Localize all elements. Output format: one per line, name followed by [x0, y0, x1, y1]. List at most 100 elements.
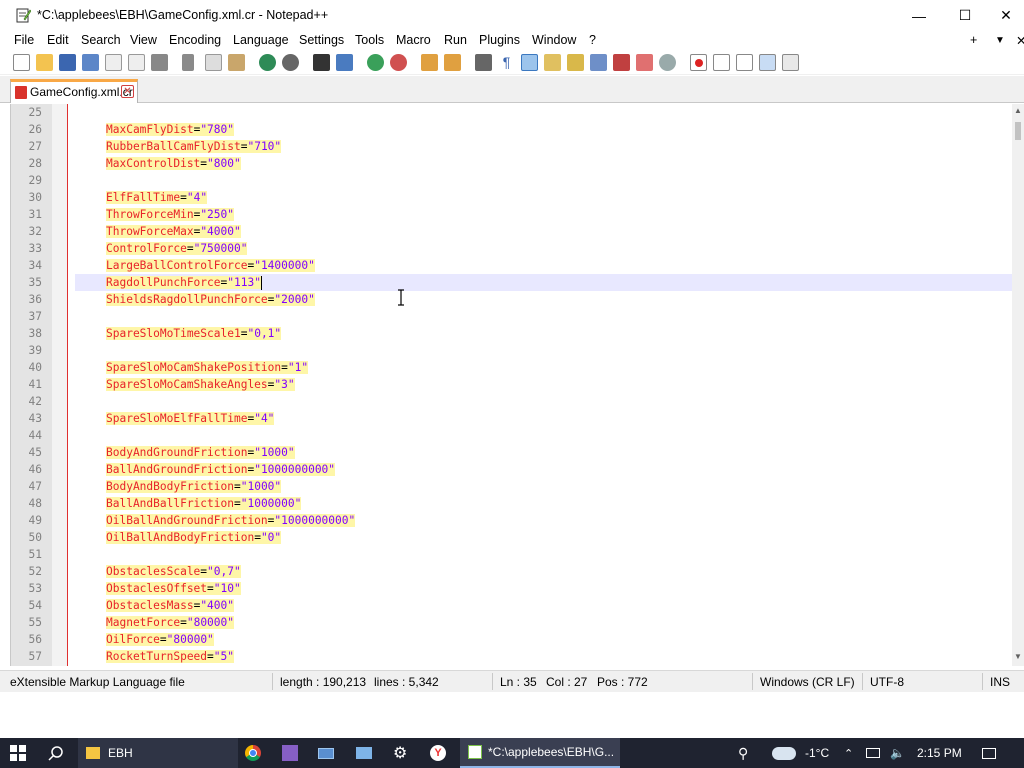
code-line[interactable]: 42	[11, 393, 1015, 410]
code-line[interactable]: 46 BallAndGroundFriction="1000000000"	[11, 461, 1015, 478]
code-line[interactable]: 34 LargeBallControlForce="1400000"	[11, 257, 1015, 274]
replace-icon[interactable]	[336, 54, 353, 71]
menu-search[interactable]: Search	[81, 33, 121, 47]
code-line[interactable]: 47 BodyAndBodyFriction="1000"	[11, 478, 1015, 495]
network-icon[interactable]	[866, 738, 882, 768]
search-button[interactable]	[36, 738, 76, 768]
taskbar-item-explorer[interactable]: EBH	[78, 738, 238, 768]
code-line[interactable]: 50 OilBallAndBodyFriction="0"	[11, 529, 1015, 546]
zoom-in-icon[interactable]	[367, 54, 384, 71]
code-line[interactable]: 27 RubberBallCamFlyDist="710"	[11, 138, 1015, 155]
close-window-button[interactable]: ✕	[988, 0, 1024, 31]
tab-close-icon[interactable]: ✕	[121, 85, 134, 98]
code-line[interactable]: 55 MagnetForce="80000"	[11, 614, 1015, 631]
people-icon[interactable]: ⚲	[738, 738, 758, 768]
open-file-icon[interactable]	[36, 54, 53, 71]
tray-chevron-up-icon[interactable]: ⌃	[844, 738, 858, 768]
new-tab-plus-button[interactable]: +	[970, 33, 977, 47]
tab-gameconfig[interactable]: GameConfig.xml.cr ✕	[10, 79, 138, 103]
weather-cloud-icon[interactable]	[772, 738, 800, 768]
lang-icon[interactable]	[544, 54, 561, 71]
paste-icon[interactable]	[228, 54, 245, 71]
volume-icon[interactable]: 🔈	[890, 738, 906, 768]
macro-run-multiple-icon[interactable]	[759, 54, 776, 71]
macro-record-icon[interactable]	[690, 54, 707, 71]
close-tab-menu-button[interactable]: ✕	[1016, 33, 1024, 48]
new-file-icon[interactable]	[13, 54, 30, 71]
menu-encoding[interactable]: Encoding	[169, 33, 221, 47]
code-line[interactable]: 38 SpareSloMoTimeScale1="0,1"	[11, 325, 1015, 342]
code-line[interactable]: 30 ElfFallTime="4"	[11, 189, 1015, 206]
code-line[interactable]: 29	[11, 172, 1015, 189]
scroll-up-arrow[interactable]: ▲	[1012, 106, 1024, 118]
start-button[interactable]	[0, 738, 36, 768]
remote-desktop-icon[interactable]	[356, 738, 376, 768]
code-line[interactable]: 51	[11, 546, 1015, 563]
macro-save-icon[interactable]	[782, 54, 799, 71]
code-line[interactable]: 32 ThrowForceMax="4000"	[11, 223, 1015, 240]
folder-workspace-icon[interactable]	[636, 54, 653, 71]
code-line[interactable]: 39	[11, 342, 1015, 359]
code-line[interactable]: 48 BallAndBallFriction="1000000"	[11, 495, 1015, 512]
indent-guide-icon[interactable]	[521, 54, 538, 71]
code-line[interactable]: 54 ObstaclesMass="400"	[11, 597, 1015, 614]
function-list-icon[interactable]	[613, 54, 630, 71]
undo-icon[interactable]	[259, 54, 276, 71]
code-line[interactable]: 26 MaxCamFlyDist="780"	[11, 121, 1015, 138]
menu-language[interactable]: Language	[233, 33, 289, 47]
code-line[interactable]: 57 RocketTurnSpeed="5"	[11, 648, 1015, 665]
minimize-button[interactable]: —	[896, 0, 942, 31]
menu-help[interactable]: ?	[589, 33, 596, 47]
sync-vertical-icon[interactable]	[421, 54, 438, 71]
yandex-browser-icon[interactable]: Y	[430, 738, 450, 768]
code-line[interactable]: 43 SpareSloMoElfFallTime="4"	[11, 410, 1015, 427]
menu-tools[interactable]: Tools	[355, 33, 384, 47]
macro-play-icon[interactable]	[736, 54, 753, 71]
close-all-icon[interactable]	[128, 54, 145, 71]
chrome-icon[interactable]	[245, 738, 265, 768]
menu-file[interactable]: File	[14, 33, 34, 47]
code-line[interactable]: 35 RagdollPunchForce="113"	[11, 274, 1015, 291]
code-line[interactable]: 31 ThrowForceMin="250"	[11, 206, 1015, 223]
vertical-scrollbar[interactable]: ▲ ▼	[1012, 104, 1024, 666]
code-line[interactable]: 53 ObstaclesOffset="10"	[11, 580, 1015, 597]
code-line[interactable]: 28 MaxControlDist="800"	[11, 155, 1015, 172]
code-line[interactable]: 44	[11, 427, 1015, 444]
weather-temperature[interactable]: -1°C	[805, 738, 829, 768]
code-line[interactable]: 49 OilBallAndGroundFriction="1000000000"	[11, 512, 1015, 529]
code-line[interactable]: 40 SpareSloMoCamShakePosition="1"	[11, 359, 1015, 376]
tab-list-dropdown-button[interactable]: ▼	[995, 35, 1005, 46]
menu-plugins[interactable]: Plugins	[479, 33, 520, 47]
zoom-out-icon[interactable]	[390, 54, 407, 71]
save-all-icon[interactable]	[82, 54, 99, 71]
sync-horizontal-icon[interactable]	[444, 54, 461, 71]
code-line[interactable]: 56 OilForce="80000"	[11, 631, 1015, 648]
redo-icon[interactable]	[282, 54, 299, 71]
settings-gear-icon[interactable]: ⚙	[393, 738, 413, 768]
macro-stop-icon[interactable]	[713, 54, 730, 71]
scroll-down-arrow[interactable]: ▼	[1012, 652, 1024, 664]
menu-macro[interactable]: Macro	[396, 33, 431, 47]
menu-edit[interactable]: Edit	[47, 33, 69, 47]
menu-window[interactable]: Window	[532, 33, 576, 47]
close-file-icon[interactable]	[105, 54, 122, 71]
keyboard-icon[interactable]	[318, 738, 338, 768]
editor-area[interactable]: 25 26 MaxCamFlyDist="780" 27 RubberBallCamFl…	[10, 104, 1024, 666]
code-line[interactable]: 45 BodyAndGroundFriction="1000"	[11, 444, 1015, 461]
xml-icon[interactable]	[567, 54, 584, 71]
doc-map-icon[interactable]	[590, 54, 607, 71]
taskbar-item-notepadpp[interactable]: *C:\applebees\EBH\G...	[460, 738, 620, 768]
menu-view[interactable]: View	[130, 33, 157, 47]
print-icon[interactable]	[151, 54, 168, 71]
menu-run[interactable]: Run	[444, 33, 467, 47]
save-icon[interactable]	[59, 54, 76, 71]
monitoring-icon[interactable]	[659, 54, 676, 71]
copy-icon[interactable]	[205, 54, 222, 71]
cut-icon[interactable]	[182, 54, 194, 71]
code-line[interactable]: 41 SpareSloMoCamShakeAngles="3"	[11, 376, 1015, 393]
code-line[interactable]: 25	[11, 104, 1015, 121]
notifications-icon[interactable]	[982, 738, 1002, 768]
menu-settings[interactable]: Settings	[299, 33, 344, 47]
maximize-button[interactable]: ☐	[942, 0, 988, 31]
word-wrap-icon[interactable]	[475, 54, 492, 71]
